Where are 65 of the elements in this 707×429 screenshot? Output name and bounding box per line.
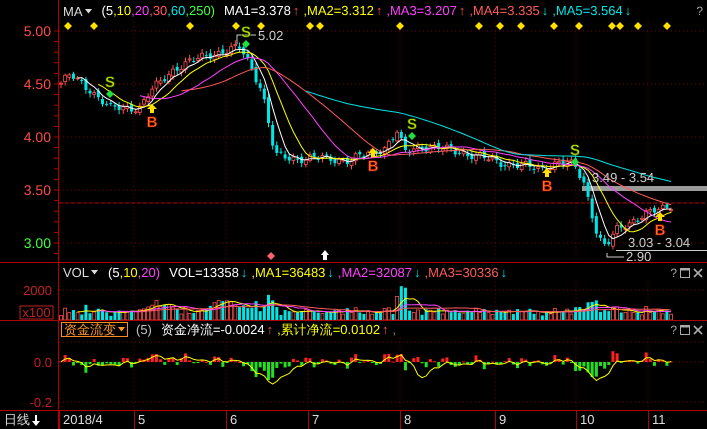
help-button[interactable]: ?: [670, 264, 677, 282]
indicator-value: ,MA5=3.564: [551, 2, 624, 20]
month-label: 9: [499, 412, 506, 427]
indicator-value: VOL=13358: [168, 264, 240, 282]
help-button[interactable]: ?: [696, 2, 703, 20]
sell-signal-label: S: [407, 116, 417, 133]
indicator-parameter: ,10: [120, 264, 138, 282]
indicator-parameter: ,20): [138, 264, 160, 282]
month-label: 7: [312, 412, 320, 427]
indicator-value: ,累计净流=0.0102: [276, 320, 382, 339]
trend-arrow: ↓: [624, 2, 632, 20]
trend-arrow: ↓: [327, 264, 334, 282]
price-axis-label: 3.50: [24, 182, 51, 198]
month-label: 2018/4: [63, 412, 103, 427]
indicator-parameter: (5: [102, 2, 114, 20]
trend-arrow: ↑: [458, 2, 466, 20]
month-label: 6: [230, 412, 238, 427]
price-axis-label: 3.00: [24, 235, 51, 251]
indicator-parameter: ,250): [185, 2, 216, 20]
buy-signal-label: B: [542, 178, 552, 195]
indicator-value: ,MA4=3.335: [468, 2, 541, 20]
trend-arrow: ↑: [266, 320, 274, 339]
trend-arrow: ↓: [500, 264, 508, 282]
trend-arrow: ↑: [376, 2, 382, 20]
price-axis-label: 4.00: [24, 129, 51, 145]
period-selector[interactable]: 日线: [4, 412, 30, 427]
month-label: 8: [404, 412, 412, 427]
indicator-dropdown[interactable]: 资金流变: [61, 322, 128, 337]
indicator-value: ,MA1=36483: [250, 264, 326, 282]
indicator-value: ,MA2=32087: [336, 264, 414, 282]
buy-signal-label: B: [368, 158, 378, 175]
trend-arrow: ↑: [382, 320, 389, 339]
indicator-parameter: ,20: [131, 2, 150, 20]
trend-arrow: ↑: [292, 2, 300, 20]
price-annotation: 5.02: [258, 28, 284, 43]
indicator-parameter: ,60: [167, 2, 186, 20]
indicator-parameter: (5): [136, 320, 152, 339]
indicator-value: MA1=3.378: [223, 2, 292, 20]
indicator-parameter: ,10: [113, 2, 132, 20]
buy-signal-label: B: [146, 114, 158, 131]
volume-axis-label: 2000: [23, 283, 52, 298]
indicator-value: 资金净流=-0.0024: [160, 320, 266, 339]
flow-axis-label: -0.2: [30, 395, 52, 410]
help-button[interactable]: ?: [670, 320, 677, 338]
month-label: 11: [652, 412, 666, 427]
indicator-parameter: (5: [108, 264, 120, 282]
indicator-dropdown[interactable]: MA: [59, 4, 94, 18]
volume-unit-label: x100: [20, 305, 54, 320]
trend-arrow: ↓: [414, 264, 421, 282]
month-label: 10: [580, 412, 594, 427]
sell-signal-label: S: [570, 142, 580, 159]
indicator-value: ,: [392, 320, 398, 339]
indicator-parameter: ,30: [149, 2, 168, 20]
trend-arrow: ↓: [542, 2, 548, 20]
indicator-value: ,MA3=3.207: [385, 2, 458, 20]
indicator-value: ,MA2=3.312: [302, 2, 375, 20]
price-annotation: 2.90: [626, 249, 652, 262]
trend-arrow: ↓: [240, 264, 248, 282]
price-axis-label: 4.50: [24, 76, 51, 92]
month-label: 5: [138, 412, 146, 427]
indicator-dropdown[interactable]: VOL: [59, 266, 100, 279]
sell-signal-label: S: [105, 74, 115, 91]
flow-axis-label: 0.0: [34, 355, 52, 370]
price-axis-label: 5.00: [24, 23, 51, 39]
indicator-value: ,MA3=30336: [424, 264, 500, 282]
